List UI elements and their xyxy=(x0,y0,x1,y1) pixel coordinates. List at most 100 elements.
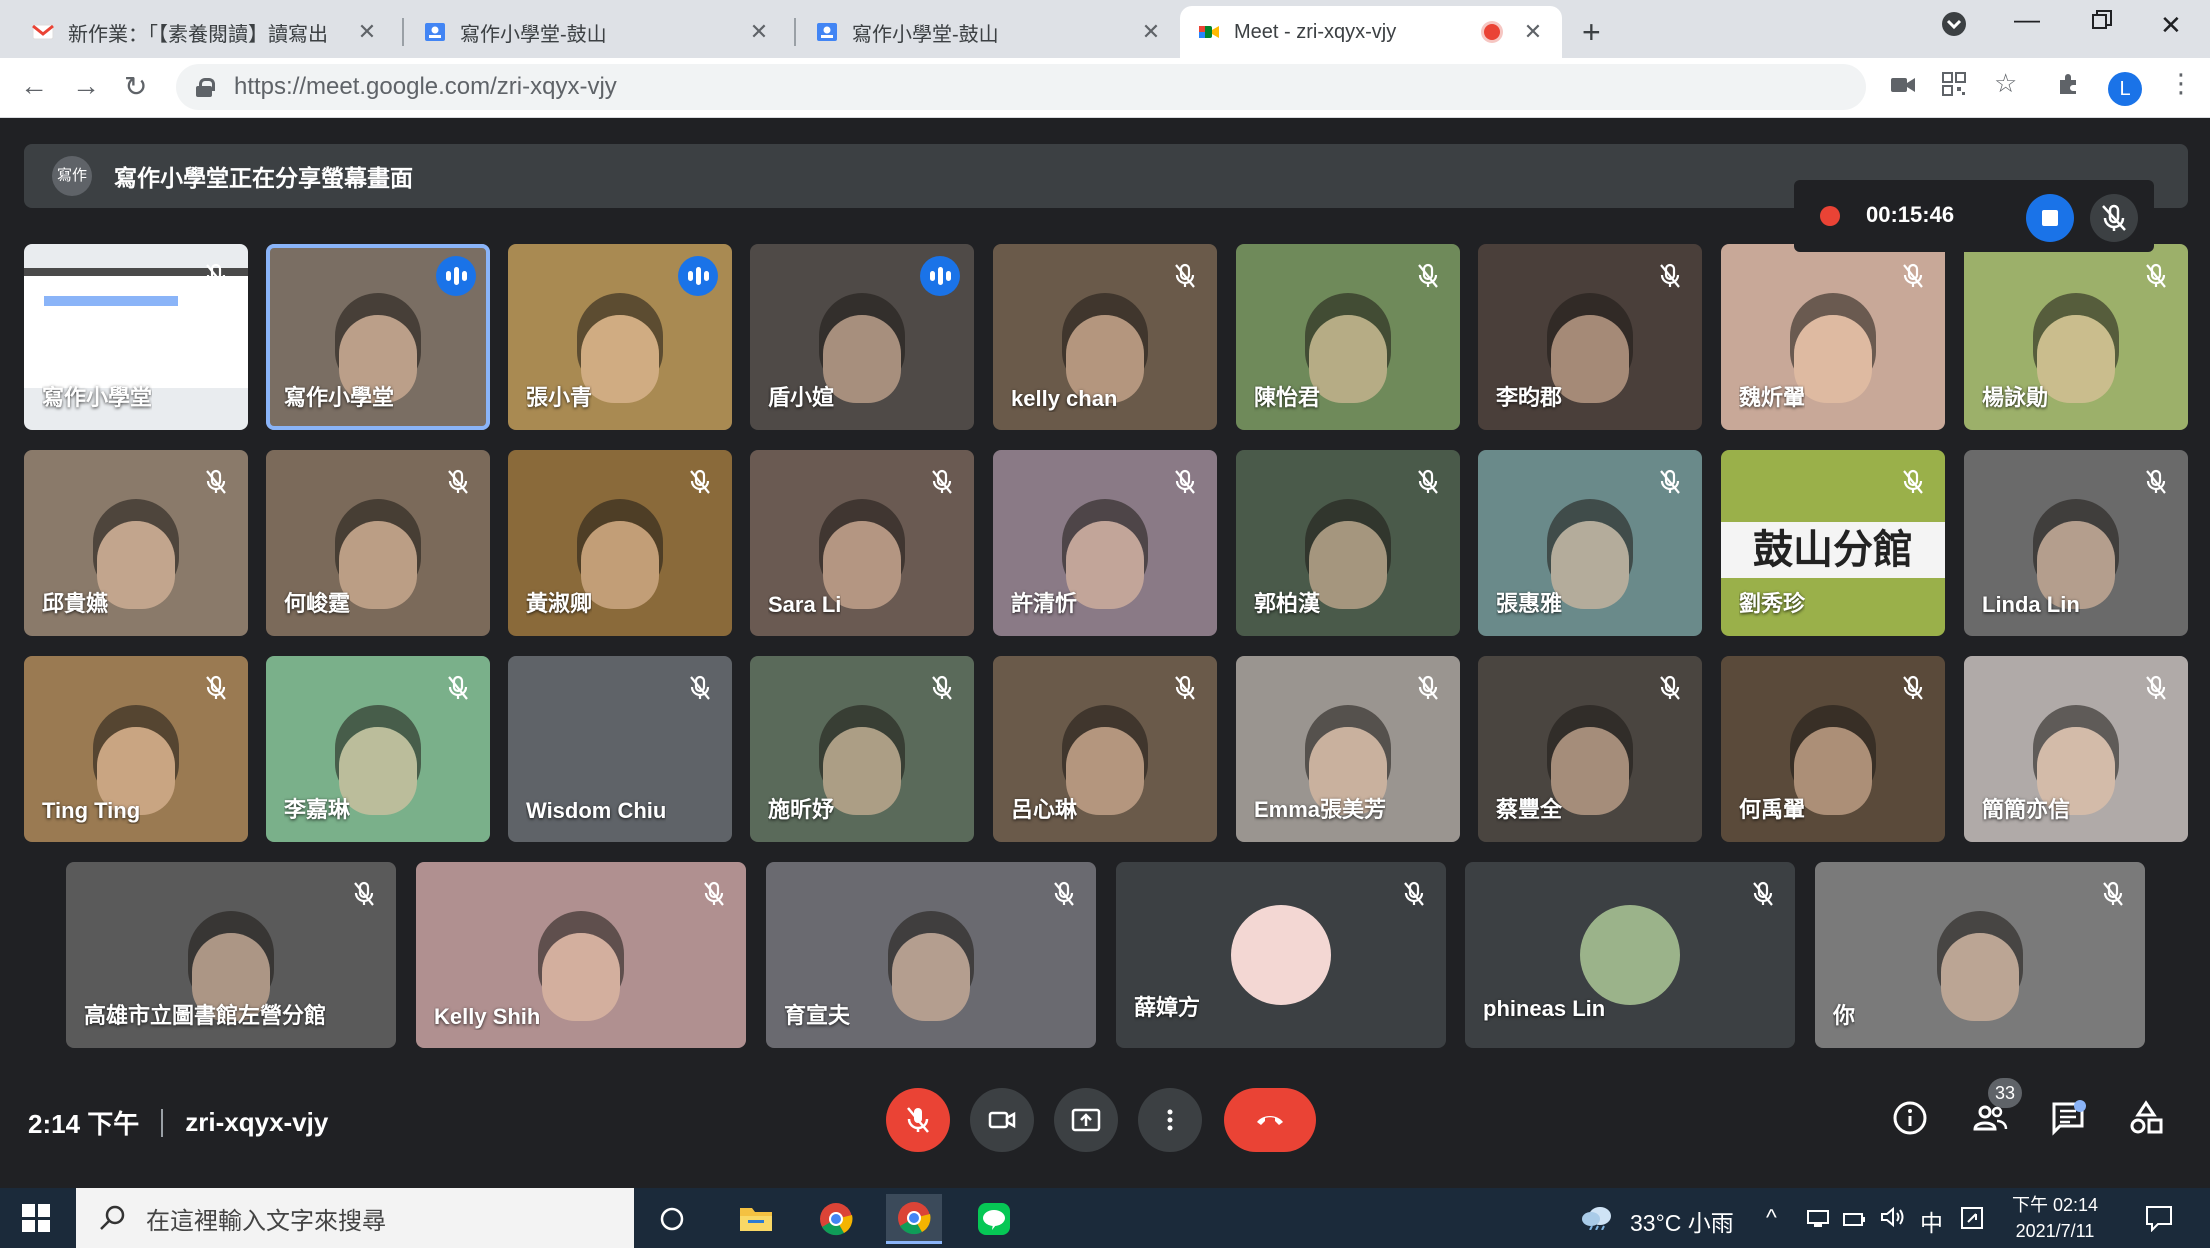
extensions-icon[interactable] xyxy=(2056,72,2080,103)
more-options-button[interactable] xyxy=(1138,1088,1202,1152)
participant-name: Wisdom Chiu xyxy=(526,798,667,823)
participant-tile[interactable]: 郭柏漢 xyxy=(1236,450,1460,636)
mic-off-icon xyxy=(2095,876,2131,912)
minimize-icon[interactable]: — xyxy=(2014,4,2040,35)
mic-off-icon xyxy=(1167,464,1203,500)
leave-call-button[interactable] xyxy=(1224,1088,1316,1152)
mic-off-icon xyxy=(1410,258,1446,294)
new-tab-button[interactable]: + xyxy=(1582,14,1601,51)
participant-tile[interactable]: 你 xyxy=(1815,862,2145,1048)
participant-tile[interactable]: 李昀郡 xyxy=(1478,244,1702,430)
gmail-icon xyxy=(32,24,54,40)
people-button[interactable] xyxy=(1968,1096,2012,1140)
chrome-active-taskbar-button[interactable] xyxy=(886,1194,942,1244)
close-icon[interactable]: ✕ xyxy=(356,19,378,45)
participant-tile[interactable]: 邱貴嬿 xyxy=(24,450,248,636)
participant-name: 黃淑卿 xyxy=(526,591,593,616)
participant-tile[interactable]: 鼓山分館 劉秀珍 xyxy=(1721,450,1945,636)
participant-tile[interactable]: 薛嫜方 xyxy=(1116,862,1446,1048)
meeting-details-button[interactable] xyxy=(1888,1096,1932,1140)
participant-tile[interactable]: 育宣夫 xyxy=(766,862,1096,1048)
weather-text[interactable]: 33°C 小雨 xyxy=(1630,1204,1734,1238)
participant-tile[interactable]: 呂心琳 xyxy=(993,656,1217,842)
tab-classroom-2[interactable]: 寫作小學堂-鼓山 ✕ xyxy=(798,6,1180,58)
network-icon[interactable] xyxy=(1806,1208,1830,1235)
participant-tile[interactable]: 何峻霆 xyxy=(266,450,490,636)
participant-tile[interactable]: 魏炘翬 xyxy=(1721,244,1945,430)
participant-tile[interactable]: 楊詠勛 xyxy=(1964,244,2188,430)
participant-tile[interactable]: 簡簡亦信 xyxy=(1964,656,2188,842)
restore-icon[interactable] xyxy=(2090,8,2114,39)
tab-gmail[interactable]: 新作業：「【素養閱讀】讀寫出 ✕ xyxy=(14,6,396,58)
participant-tile[interactable]: 張惠雅 xyxy=(1478,450,1702,636)
ime-indicator[interactable]: 中 xyxy=(1920,1204,1943,1238)
microphone-toggle-button[interactable] xyxy=(886,1088,950,1152)
participant-tile[interactable]: Ting Ting xyxy=(24,656,248,842)
participant-tile[interactable]: Emma張美芳 xyxy=(1236,656,1460,842)
camera-toggle-button[interactable] xyxy=(970,1088,1034,1152)
stop-recording-button[interactable] xyxy=(2026,194,2074,242)
present-screen-button[interactable] xyxy=(1054,1088,1118,1152)
battery-icon[interactable] xyxy=(1842,1208,1866,1235)
chrome-taskbar-button[interactable] xyxy=(808,1194,864,1244)
address-bar[interactable]: https://meet.google.com/zri-xqyx-vjy xyxy=(176,64,1866,110)
close-icon[interactable]: ✕ xyxy=(1522,19,1544,45)
participant-name: 劉秀珍 xyxy=(1739,591,1806,616)
ime-mode-icon[interactable] xyxy=(1960,1206,1984,1236)
participant-tile[interactable]: 高雄市立圖書館左營分館 xyxy=(66,862,396,1048)
tray-chevron-icon[interactable]: ^ xyxy=(1766,1204,1777,1231)
windows-start-icon[interactable] xyxy=(22,1204,50,1232)
back-icon[interactable]: ← xyxy=(20,70,48,102)
taskbar-clock[interactable]: 下午 02:14 2021/7/11 xyxy=(2010,1192,2100,1244)
participant-name: Linda Lin xyxy=(1982,592,2080,617)
reload-icon[interactable]: ↻ xyxy=(124,70,147,103)
participant-tile[interactable]: 寫作小學堂 xyxy=(266,244,490,430)
close-icon[interactable]: ✕ xyxy=(748,19,770,45)
participant-tile[interactable]: Kelly Shih xyxy=(416,862,746,1048)
line-app-icon xyxy=(978,1203,1010,1235)
notification-center-icon[interactable] xyxy=(2144,1204,2174,1238)
tab-search-icon[interactable] xyxy=(1940,10,1968,45)
recording-mic-off-button[interactable] xyxy=(2090,194,2138,242)
participant-name: 呂心琳 xyxy=(1011,797,1078,822)
participant-tile[interactable]: 李嘉琳 xyxy=(266,656,490,842)
participant-tile[interactable]: 張小青 xyxy=(508,244,732,430)
participant-tile[interactable]: 寫作小學堂 xyxy=(24,244,248,430)
participant-name: 李昀郡 xyxy=(1496,385,1563,410)
forward-icon[interactable]: → xyxy=(72,70,100,102)
volume-icon[interactable] xyxy=(1880,1206,1906,1234)
participant-tile[interactable]: 施昕妤 xyxy=(750,656,974,842)
participant-tile[interactable]: 黃淑卿 xyxy=(508,450,732,636)
weather-cloud-icon[interactable] xyxy=(1580,1204,1614,1236)
close-icon[interactable]: ✕ xyxy=(1140,19,1162,45)
participant-video xyxy=(581,520,659,609)
participant-tile[interactable]: 盾小媗 xyxy=(750,244,974,430)
task-view-button[interactable] xyxy=(644,1194,700,1244)
activities-button[interactable] xyxy=(2124,1096,2168,1140)
camera-in-use-icon[interactable] xyxy=(1890,72,1916,103)
taskbar-search-box[interactable]: 在這裡輸入文字來搜尋 xyxy=(76,1188,634,1248)
participant-tile[interactable]: phineas Lin xyxy=(1465,862,1795,1048)
participant-tile[interactable]: Wisdom Chiu xyxy=(508,656,732,842)
tab-classroom-1[interactable]: 寫作小學堂-鼓山 ✕ xyxy=(406,6,788,58)
menu-dots-icon[interactable]: ⋮ xyxy=(2168,68,2194,99)
participant-tile[interactable]: 陳怡君 xyxy=(1236,244,1460,430)
close-window-icon[interactable]: ✕ xyxy=(2160,10,2182,41)
meet-icon xyxy=(1199,26,1219,38)
mic-off-icon xyxy=(1410,464,1446,500)
participant-video xyxy=(1309,314,1387,403)
participant-tile[interactable]: 許清忻 xyxy=(993,450,1217,636)
participant-tile[interactable]: kelly chan xyxy=(993,244,1217,430)
qr-code-icon[interactable] xyxy=(1942,72,1966,103)
bookmark-star-icon[interactable]: ☆ xyxy=(1994,68,2017,99)
meeting-code[interactable]: zri-xqyx-vjy xyxy=(185,1107,328,1138)
tab-meet[interactable]: Meet - zri-xqyx-vjy ✕ xyxy=(1180,6,1562,58)
mic-off-icon xyxy=(1895,464,1931,500)
file-explorer-button[interactable] xyxy=(728,1194,784,1244)
participant-tile[interactable]: Linda Lin xyxy=(1964,450,2188,636)
profile-avatar[interactable]: L xyxy=(2108,72,2142,106)
line-taskbar-button[interactable] xyxy=(966,1194,1022,1244)
participant-tile[interactable]: 何禹翬 xyxy=(1721,656,1945,842)
participant-tile[interactable]: 蔡豐全 xyxy=(1478,656,1702,842)
participant-tile[interactable]: Sara Li xyxy=(750,450,974,636)
